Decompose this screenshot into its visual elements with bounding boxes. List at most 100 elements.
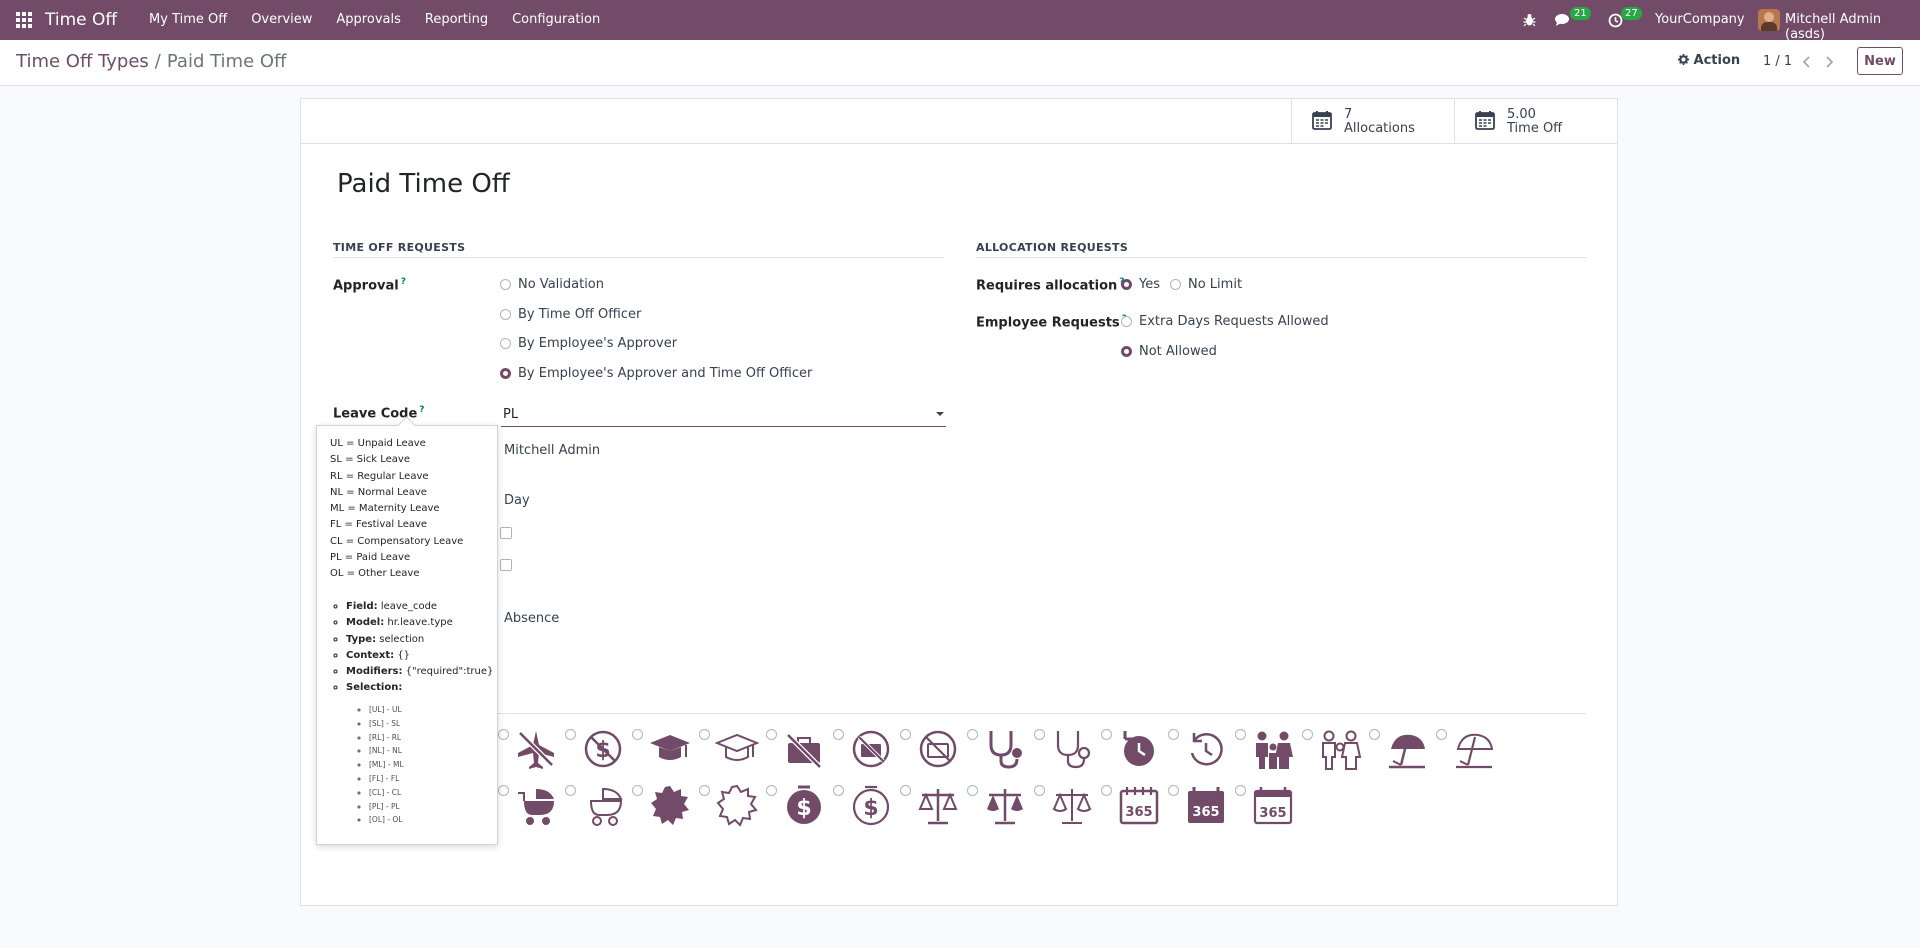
- icon-radio[interactable]: [1034, 785, 1045, 796]
- icon-radio[interactable]: [632, 785, 643, 796]
- money-outline-icon[interactable]: $: [849, 783, 893, 827]
- chevron-left-icon[interactable]: [1803, 56, 1811, 68]
- graduation-cap-outline-icon[interactable]: [715, 727, 759, 771]
- calendar-365-outline-icon[interactable]: 365: [1117, 783, 1161, 827]
- user-menu[interactable]: Mitchell Admin (asds): [1785, 12, 1920, 42]
- beach-umbrella-icon[interactable]: [1385, 727, 1429, 771]
- stethoscope-outline-icon[interactable]: [1050, 727, 1094, 771]
- allocations-stat-button[interactable]: 7 Allocations: [1291, 99, 1455, 143]
- icon-radio[interactable]: [967, 729, 978, 740]
- employee-requests-label: Employee Requests?: [976, 314, 1127, 331]
- no-briefcase-circle-icon[interactable]: [849, 727, 893, 771]
- messages-badge: 21: [1570, 7, 1591, 20]
- allocations-count: 7: [1344, 107, 1353, 122]
- balance-scale-outline-icon[interactable]: [1050, 783, 1094, 827]
- take-time-off-in-value[interactable]: Day: [504, 493, 530, 508]
- user-avatar[interactable]: [1758, 9, 1780, 31]
- icon-radio[interactable]: [967, 785, 978, 796]
- icon-radio[interactable]: [498, 729, 509, 740]
- graduation-cap-icon[interactable]: [648, 727, 692, 771]
- icon-radio[interactable]: [498, 785, 509, 796]
- icon-radio[interactable]: [900, 785, 911, 796]
- icon-radio[interactable]: [1302, 729, 1313, 740]
- menu-my-time-off[interactable]: My Time Off: [137, 0, 239, 40]
- icon-radio[interactable]: [766, 785, 777, 796]
- icon-radio[interactable]: [900, 729, 911, 740]
- icon-radio[interactable]: [1168, 785, 1179, 796]
- money-icon[interactable]: $: [782, 783, 826, 827]
- history-icon[interactable]: [1117, 727, 1161, 771]
- icon-radio[interactable]: [833, 729, 844, 740]
- approval-by-officer[interactable]: By Time Off Officer: [500, 307, 641, 322]
- icon-radio[interactable]: [699, 729, 710, 740]
- icon-radio[interactable]: [833, 785, 844, 796]
- baby-carriage-outline-icon[interactable]: [581, 783, 625, 827]
- history-outline-icon[interactable]: [1184, 727, 1228, 771]
- extra-badge-icon[interactable]: [648, 783, 692, 827]
- leave-code-select[interactable]: PL: [501, 404, 946, 427]
- chevron-right-icon[interactable]: [1825, 56, 1833, 68]
- record-title[interactable]: Paid Time Off: [337, 169, 510, 199]
- kind-of-leave-value[interactable]: Absence: [504, 611, 559, 626]
- no-briefcase-circle-outline-icon[interactable]: [916, 727, 960, 771]
- icon-radio[interactable]: [699, 785, 710, 796]
- family-icon[interactable]: [1251, 727, 1295, 771]
- approval-no-validation[interactable]: No Validation: [500, 277, 604, 292]
- baby-carriage-alt-icon[interactable]: [514, 783, 558, 827]
- checkbox-2[interactable]: [500, 559, 512, 571]
- icon-radio[interactable]: [1235, 785, 1246, 796]
- scale-icon[interactable]: [916, 783, 960, 827]
- apps-grid-icon[interactable]: [16, 12, 32, 28]
- approval-by-approver-and-officer[interactable]: By Employee's Approver and Time Off Offi…: [500, 366, 812, 381]
- balance-scale-icon[interactable]: [983, 783, 1027, 827]
- checkbox-1[interactable]: [500, 527, 512, 539]
- menu-configuration[interactable]: Configuration: [500, 0, 612, 40]
- stethoscope-icon[interactable]: [983, 727, 1027, 771]
- breadcrumb-time-off-types[interactable]: Time Off Types: [16, 51, 149, 72]
- bug-icon[interactable]: [1523, 13, 1536, 27]
- action-label: Action: [1693, 53, 1741, 68]
- calendar-365-icon[interactable]: 365: [1184, 783, 1228, 827]
- time-off-count: 5.00: [1507, 107, 1536, 122]
- new-button[interactable]: New: [1857, 47, 1903, 75]
- gear-icon: [1678, 54, 1689, 65]
- svg-text:365: 365: [1125, 805, 1152, 820]
- time-off-stat-button[interactable]: 5.00 Time Off: [1454, 99, 1618, 143]
- icon-radio[interactable]: [1101, 729, 1112, 740]
- employee-requests-not-allowed[interactable]: Not Allowed: [1121, 344, 1217, 359]
- employee-requests-extra-days[interactable]: Extra Days Requests Allowed: [1121, 314, 1329, 329]
- icon-radio[interactable]: [1369, 729, 1380, 740]
- no-money-icon[interactable]: $: [581, 727, 625, 771]
- responsible-value[interactable]: Mitchell Admin: [504, 443, 600, 458]
- menu-overview[interactable]: Overview: [239, 0, 324, 40]
- icon-radio[interactable]: [766, 729, 777, 740]
- app-brand[interactable]: Time Off: [45, 10, 117, 30]
- icon-radio[interactable]: [1235, 729, 1246, 740]
- icon-radio[interactable]: [565, 785, 576, 796]
- menu-approvals[interactable]: Approvals: [324, 0, 412, 40]
- breadcrumb-separator: /: [154, 51, 161, 72]
- field-help-tooltip: UL = Unpaid Leave SL = Sick Leave RL = R…: [316, 416, 498, 845]
- requires-allocation-no-limit[interactable]: No Limit: [1170, 277, 1242, 292]
- icon-radio[interactable]: [1101, 785, 1112, 796]
- menu-reporting[interactable]: Reporting: [413, 0, 500, 40]
- calendar-365-alt-icon[interactable]: 365: [1251, 783, 1295, 827]
- icon-radio[interactable]: [1034, 729, 1045, 740]
- no-plane-icon[interactable]: [514, 727, 558, 771]
- action-button[interactable]: Action: [1678, 53, 1740, 68]
- pager-value[interactable]: 1 / 1: [1763, 54, 1792, 69]
- no-briefcase-icon[interactable]: [782, 727, 826, 771]
- icon-radio[interactable]: [1168, 729, 1179, 740]
- company-switcher[interactable]: YourCompany: [1655, 12, 1745, 27]
- family-outline-icon[interactable]: [1318, 727, 1362, 771]
- icon-radio[interactable]: [565, 729, 576, 740]
- tooltip-context: Context: {}: [346, 648, 493, 664]
- extra-badge-outline-icon[interactable]: [715, 783, 759, 827]
- icon-radio[interactable]: [1436, 729, 1447, 740]
- beach-umbrella-outline-icon[interactable]: [1452, 727, 1496, 771]
- tooltip-modifiers: Modifiers: {"required":true}: [346, 664, 493, 680]
- requires-allocation-yes[interactable]: Yes: [1121, 277, 1160, 292]
- approval-by-approver[interactable]: By Employee's Approver: [500, 336, 677, 351]
- radio-circle: [1121, 316, 1132, 327]
- icon-radio[interactable]: [632, 729, 643, 740]
